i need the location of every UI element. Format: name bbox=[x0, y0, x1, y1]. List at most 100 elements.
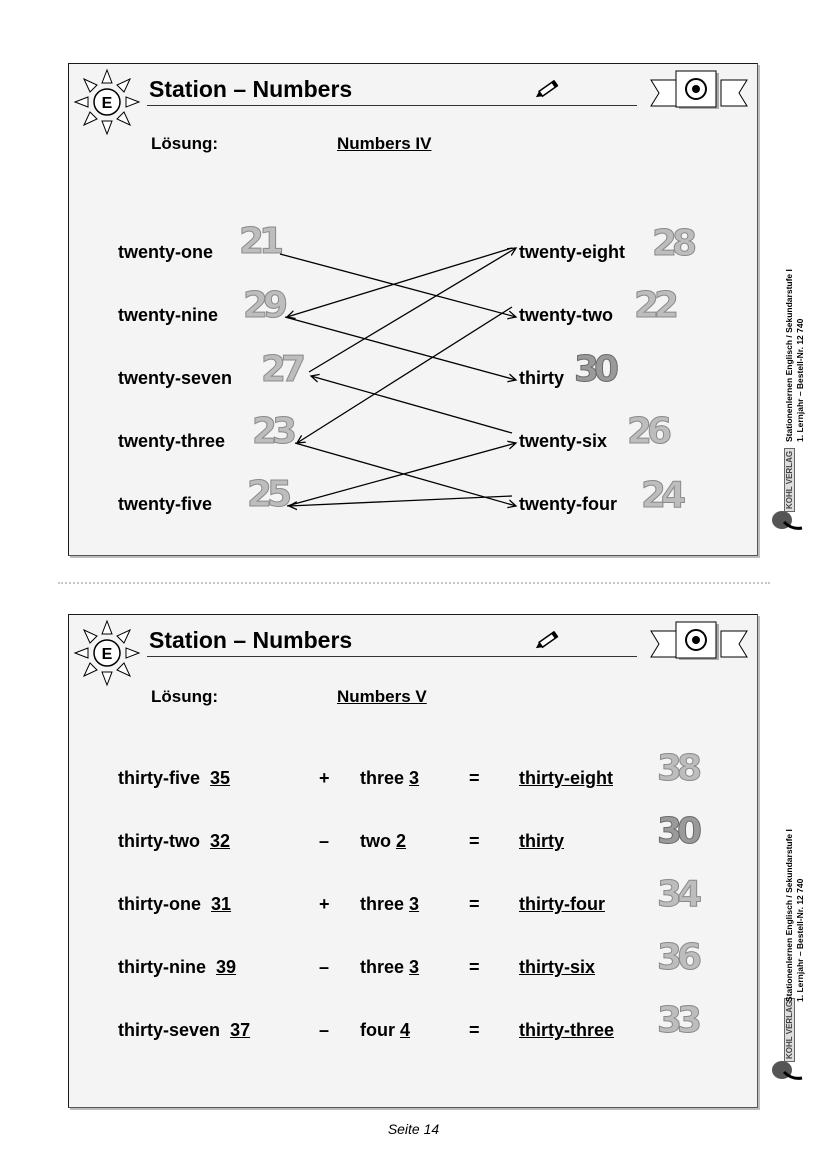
right-numeral: 22 bbox=[633, 285, 679, 326]
operand-row: three 3 bbox=[360, 957, 419, 978]
card-title: Station – Numbers bbox=[149, 627, 353, 653]
addend-number: 37 bbox=[230, 1020, 251, 1040]
addend-number: 39 bbox=[216, 957, 237, 977]
result-word: thirty bbox=[519, 831, 564, 851]
addend-word: thirty-nine bbox=[118, 957, 206, 977]
right-numeral: 24 bbox=[640, 475, 686, 516]
operand-row: two 2 bbox=[360, 831, 406, 852]
series-title: Stationenlernen Englisch / Sekundarstufe… bbox=[784, 829, 794, 1002]
result-numeral: 38 bbox=[656, 748, 702, 789]
arrow-twenty-five-to-twenty-six bbox=[286, 443, 516, 507]
operand-number: 3 bbox=[409, 894, 420, 914]
publisher-sidebar: KOHL VERLAG Stationenlernen Englisch / S… bbox=[760, 780, 824, 1110]
operand-word: three bbox=[360, 768, 405, 788]
right-word: thirty bbox=[519, 368, 564, 388]
tree-logo-icon bbox=[772, 1061, 803, 1080]
exercise-subtitle: Numbers IV bbox=[337, 134, 432, 153]
publisher-sidebar: KOHL VERLAG Stationenlernen Englisch / S… bbox=[760, 230, 824, 560]
operand-number: 3 bbox=[409, 768, 420, 788]
solution-label: Lösung: bbox=[151, 687, 219, 706]
left-word: twenty-seven bbox=[118, 368, 233, 388]
publisher-logo: KOHL VERLAG bbox=[784, 447, 795, 512]
equation-row: thirty-one 31 bbox=[118, 894, 231, 915]
addend-word: thirty-one bbox=[118, 894, 201, 914]
result-word: thirty-six bbox=[519, 957, 596, 977]
operand-number: 2 bbox=[396, 831, 407, 851]
tree-logo-icon bbox=[772, 511, 803, 530]
badge-letter: E bbox=[102, 95, 113, 112]
addend-number: 31 bbox=[211, 894, 232, 914]
operand-word: three bbox=[360, 894, 405, 914]
equals-sign: = bbox=[469, 831, 480, 851]
order-number: 1. Lernjahr – Bestell-Nr. 12 740 bbox=[795, 878, 805, 1002]
sun-badge-icon: E bbox=[74, 620, 140, 686]
result-numeral: 30 bbox=[656, 811, 702, 852]
right-word: twenty-six bbox=[519, 431, 608, 451]
left-numeral: 21 bbox=[238, 221, 284, 262]
operand-number: 3 bbox=[409, 957, 420, 977]
target-banner-icon bbox=[650, 70, 748, 109]
right-numeral: 26 bbox=[626, 411, 672, 452]
cut-line-separator bbox=[58, 582, 770, 584]
arrow-twenty-eight-to-twenty-nine bbox=[287, 247, 513, 317]
operator: – bbox=[319, 831, 330, 851]
arrow-twenty-four-to-twenty-five bbox=[289, 495, 513, 506]
result-word: thirty-four bbox=[519, 894, 605, 914]
card-title: Station – Numbers bbox=[149, 76, 353, 102]
equation-row: thirty-seven 37 bbox=[118, 1020, 250, 1041]
title-underline bbox=[147, 105, 637, 106]
operand-word: two bbox=[360, 831, 391, 851]
result-word: thirty-three bbox=[519, 1020, 615, 1040]
title-underline bbox=[147, 656, 637, 657]
station-card-numbers-iv: E Station – Numbers Lösung: Numbers IV t… bbox=[68, 63, 758, 556]
right-word: twenty-two bbox=[519, 305, 613, 325]
right-numeral: 28 bbox=[651, 223, 697, 264]
arrow-twenty-one-to-twenty-two bbox=[279, 253, 516, 317]
addend-number: 35 bbox=[210, 768, 231, 788]
equals-sign: = bbox=[469, 894, 480, 914]
operator: + bbox=[319, 894, 330, 914]
arrow-twenty-two-to-twenty-three bbox=[297, 306, 513, 443]
addend-number: 32 bbox=[210, 831, 231, 851]
arrow-twenty-nine-to-thirty bbox=[284, 316, 516, 380]
left-word: twenty-nine bbox=[118, 305, 219, 325]
target-banner-icon bbox=[650, 621, 748, 660]
left-numeral: 27 bbox=[260, 349, 306, 390]
operand-row: three 3 bbox=[360, 894, 419, 915]
arrow-twenty-three-to-twenty-four bbox=[294, 442, 516, 506]
equation-row: thirty-two 32 bbox=[118, 831, 230, 852]
right-word: twenty-four bbox=[519, 494, 617, 514]
operand-number: 4 bbox=[400, 1020, 411, 1040]
left-word: twenty-three bbox=[118, 431, 226, 451]
equals-sign: = bbox=[469, 957, 480, 977]
left-numeral: 23 bbox=[251, 411, 297, 452]
operand-word: four bbox=[360, 1020, 395, 1040]
publisher-logo: KOHL VERLAG bbox=[784, 997, 795, 1062]
result-numeral: 34 bbox=[656, 874, 702, 915]
page-number: Seite 14 bbox=[387, 1121, 440, 1137]
operand-row: three 3 bbox=[360, 768, 419, 789]
equals-sign: = bbox=[469, 768, 480, 788]
badge-letter: E bbox=[102, 646, 113, 663]
operand-word: three bbox=[360, 957, 405, 977]
equation-row: thirty-five 35 bbox=[118, 768, 230, 789]
addend-word: thirty-five bbox=[118, 768, 201, 788]
series-title: Stationenlernen Englisch / Sekundarstufe… bbox=[784, 269, 794, 442]
left-word: twenty-one bbox=[118, 242, 214, 262]
equals-sign: = bbox=[469, 1020, 480, 1040]
result-word: thirty-eight bbox=[519, 768, 613, 788]
order-number: 1. Lernjahr – Bestell-Nr. 12 740 bbox=[795, 318, 805, 442]
right-numeral: 30 bbox=[573, 349, 619, 390]
result-numeral: 36 bbox=[656, 937, 702, 978]
equation-row: thirty-nine 39 bbox=[118, 957, 236, 978]
pencil-icon bbox=[535, 630, 559, 649]
station-card-numbers-v: E Station – Numbers Lösung: Numbers V th… bbox=[68, 614, 758, 1108]
right-word: twenty-eight bbox=[519, 242, 625, 262]
left-word: twenty-five bbox=[118, 494, 213, 514]
addend-word: thirty-two bbox=[118, 831, 200, 851]
arrow-twenty-six-to-twenty-seven bbox=[311, 376, 513, 434]
operator: – bbox=[319, 1020, 330, 1040]
operator: + bbox=[319, 768, 330, 788]
result-numeral: 33 bbox=[656, 1000, 702, 1041]
left-numeral: 29 bbox=[242, 285, 288, 326]
